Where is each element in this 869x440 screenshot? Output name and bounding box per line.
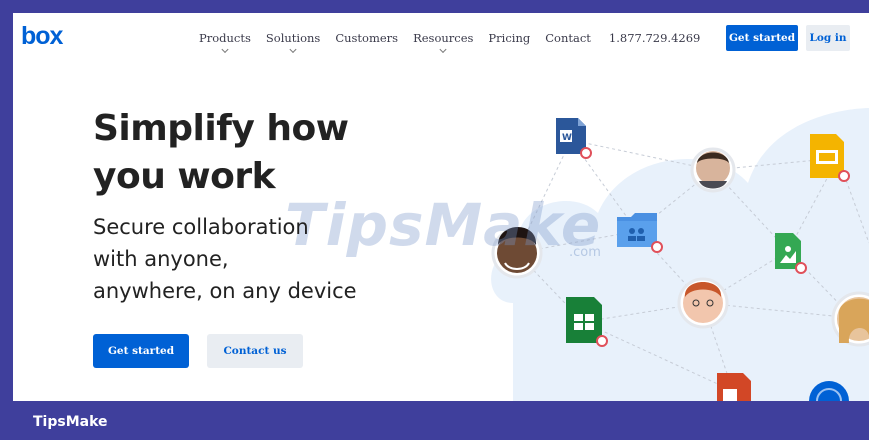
avatar xyxy=(677,277,729,329)
chevron-down-icon xyxy=(289,45,297,54)
word-doc-icon: W xyxy=(556,118,592,159)
chevron-down-icon xyxy=(439,45,447,54)
powerpoint-icon xyxy=(717,373,751,401)
nav-pricing[interactable]: Pricing xyxy=(488,31,530,45)
hero-subtitle: Secure collaboration with anyone, anywhe… xyxy=(93,211,433,307)
nav-products[interactable]: Products xyxy=(199,31,251,54)
hero-title-line: Simplify how xyxy=(93,108,349,149)
avatar xyxy=(831,291,869,347)
chevron-down-icon xyxy=(221,45,229,54)
footer-brand: TipsMake xyxy=(33,414,108,430)
hero-subtitle-line: Secure collaboration xyxy=(93,215,309,239)
nav-phone-label: 1.877.729.4269 xyxy=(608,31,701,45)
spreadsheet-icon xyxy=(566,297,608,347)
chat-bubble-icon xyxy=(809,381,849,401)
nav-resources[interactable]: Resources xyxy=(413,31,474,54)
hero-subtitle-line: with anyone, xyxy=(93,247,229,271)
hero-title: Simplify how you work xyxy=(93,105,413,201)
image-file-icon xyxy=(775,233,807,274)
nav-contact[interactable]: Contact xyxy=(545,31,591,45)
page-frame: W TipsMake .com box Products Solutions C… xyxy=(13,13,869,401)
watermark-suffix: .com xyxy=(569,245,601,260)
get-started-button[interactable]: Get started xyxy=(726,25,798,51)
hero-get-started-button[interactable]: Get started xyxy=(93,334,189,368)
hero-title-line: you work xyxy=(93,156,276,197)
contact-us-button[interactable]: Contact us xyxy=(207,334,303,368)
nav-contact-label: Contact xyxy=(545,31,591,45)
people-folder-icon xyxy=(617,213,663,253)
nav-solutions[interactable]: Solutions xyxy=(265,31,321,54)
nav-solutions-label: Solutions xyxy=(265,31,321,45)
slides-doc-icon xyxy=(810,134,850,182)
nav-pricing-label: Pricing xyxy=(488,31,531,45)
nav-resources-label: Resources xyxy=(413,31,474,45)
hero-subtitle-line: anywhere, on any device xyxy=(93,279,357,303)
nav-customers-label: Customers xyxy=(335,31,399,45)
nav-phone-link[interactable]: 1.877.729.4269 xyxy=(609,31,700,45)
box-logo[interactable]: box xyxy=(21,22,63,51)
avatar xyxy=(690,147,736,193)
top-navigation: box Products Solutions Customers Resourc… xyxy=(13,13,869,65)
footer-bar: TipsMake xyxy=(0,401,869,440)
nav-products-label: Products xyxy=(199,31,251,45)
login-button[interactable]: Log in xyxy=(806,25,850,51)
nav-links: Products Solutions Customers Resources P… xyxy=(199,31,715,54)
connection-lines xyxy=(516,139,869,392)
nav-customers[interactable]: Customers xyxy=(335,31,398,45)
svg-text:W: W xyxy=(562,133,572,143)
